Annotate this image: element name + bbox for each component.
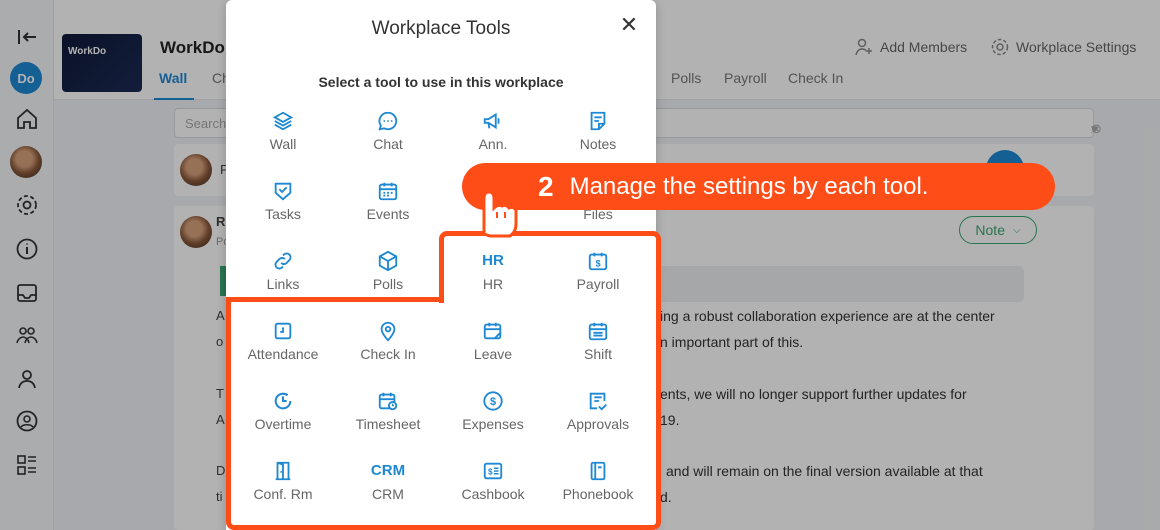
step-number: 2: [538, 170, 554, 202]
tool-label: Ann.: [478, 136, 508, 152]
modal-title: Workplace Tools: [371, 18, 511, 39]
notes-icon: [590, 111, 606, 131]
link-icon: [274, 252, 292, 270]
tool-notes[interactable]: Notes: [548, 110, 648, 170]
megaphone-icon: [483, 112, 500, 130]
calendar-icon: [378, 182, 398, 201]
tasks-icon: [274, 182, 292, 201]
layers-icon: [272, 111, 294, 131]
tool-label: Wall: [269, 136, 297, 152]
callout-message: Manage the settings by each tool.: [569, 172, 929, 200]
close-icon[interactable]: ✕: [618, 14, 640, 36]
tool-label: Polls: [372, 276, 404, 292]
modal-subtitle: Select a tool to use in this workplace: [318, 74, 564, 90]
tool-label: Chat: [373, 136, 403, 152]
tool-label: Events: [366, 206, 410, 222]
tool-label: Notes: [579, 136, 617, 152]
cube-icon: [378, 250, 398, 272]
tool-label: Tasks: [265, 206, 301, 222]
pointing-hand-icon: [464, 174, 518, 238]
tool-events[interactable]: Events: [338, 180, 438, 240]
highlight-outline-top: [439, 231, 661, 303]
tool-announcements[interactable]: Ann.: [443, 110, 543, 170]
highlight-outline-step: [226, 297, 444, 302]
tutorial-callout: 2 Manage the settings by each tool.: [462, 163, 1055, 210]
tool-label: Links: [266, 276, 300, 292]
tool-wall[interactable]: Wall: [233, 110, 333, 170]
chat-icon: [378, 111, 398, 131]
tool-tasks[interactable]: Tasks: [233, 180, 333, 240]
highlight-outline-bottom: [226, 297, 661, 530]
tool-chat[interactable]: Chat: [338, 110, 438, 170]
